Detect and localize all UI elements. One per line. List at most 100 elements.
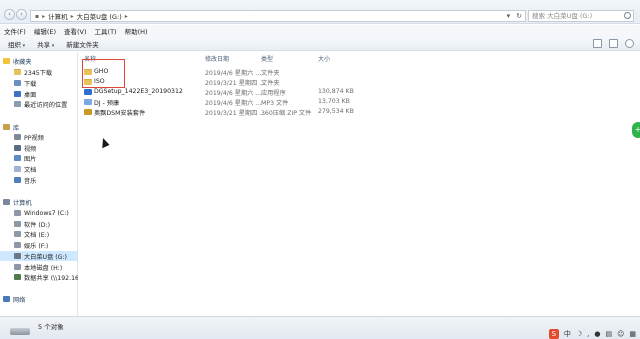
forward-button[interactable]: › [16,9,27,20]
table-row[interactable]: DJ - 预康 2019/4/6 星期六 ... MP3 文件 13,703 K… [79,97,379,107]
navigation-pane: 收藏夹 2345下载 下载 桌面 最近访问的位置 库 PP视频 视频 图片 文档… [0,52,78,316]
floating-widget-icon[interactable]: + [632,122,640,138]
user-icon[interactable]: ☺ [617,330,624,338]
apps-grid-icon[interactable]: ▦ [629,330,636,338]
sidebar-item-drive-g[interactable]: 大白菜U盘 (G:) [0,251,78,261]
drive-icon [14,264,21,270]
search-icon [624,12,631,19]
sidebar-libraries[interactable]: 库 [0,122,78,132]
drive-icon [14,242,21,248]
view-options-icon[interactable] [593,39,602,48]
menu-help[interactable]: 帮助(H) [125,26,148,36]
menu-tools[interactable]: 工具(T) [95,26,117,36]
file-date: 2019/4/6 星期六 ... [205,90,262,97]
new-folder-button[interactable]: 新建文件夹 [66,39,99,49]
sidebar-item-pictures[interactable]: 图片 [0,153,78,163]
punctuation-icon[interactable]: , [587,330,589,338]
pictures-icon [14,155,21,161]
menu-view[interactable]: 查看(V) [64,26,87,36]
column-header: 名称 修改日期 类型 大小 [79,52,640,63]
column-size[interactable]: 大小 [318,54,330,63]
system-tray: S 中 ☽ , ● ▤ ☺ ▦ [548,329,636,339]
ime-s-icon[interactable]: S [548,329,559,339]
table-row[interactable]: 奥飘DSM安装套件 2019/3/21 星期四 ... 360压缩 ZIP 文件… [79,107,379,117]
sidebar-item-recent[interactable]: 最近访问的位置 [0,99,78,109]
menu-file[interactable]: 文件(F) [4,26,26,36]
file-name: DGSetup_1422E3_20190312 [94,88,183,95]
moon-icon[interactable]: ☽ [576,330,582,338]
breadcrumb-drive[interactable]: 大白菜U盘 (G:) [77,11,122,21]
help-icon[interactable] [625,39,634,48]
sidebar-item-pp-video[interactable]: PP视频 [0,132,78,142]
file-date: 2019/3/21 星期四 ... [205,110,266,117]
sidebar-item-download[interactable]: 下载 [0,78,78,88]
file-type: MP3 文件 [261,100,289,107]
keyboard-icon[interactable]: ▤ [605,330,612,338]
details-pane: 5 个对象 S 中 ☽ , ● ▤ ☺ ▦ [0,316,640,339]
video-icon [14,145,21,151]
preview-pane-icon[interactable] [609,39,618,48]
music-icon [14,177,21,183]
network-icon [3,296,10,302]
file-name: 奥飘DSM安装套件 [94,110,146,117]
sidebar-item-videos[interactable]: 视频 [0,143,78,153]
microphone-icon[interactable]: ● [594,330,600,338]
file-type: 文件夹 [261,80,280,87]
search-input[interactable]: 搜索 大白菜U盘 (G:) [528,10,634,22]
file-type: 360压缩 ZIP 文件 [261,110,312,117]
documents-icon [14,166,21,172]
back-button[interactable]: ‹ [4,9,15,20]
sidebar-computer[interactable]: 计算机 [0,197,78,207]
sidebar-item-documents[interactable]: 文档 [0,164,78,174]
sidebar-favorites[interactable]: 收藏夹 [0,56,78,66]
address-bar[interactable]: ▪ ▸ 计算机 ▸ 大白菜U盘 (G:) ▸ ▾ ↻ [30,10,526,22]
file-date: 2019/3/21 星期四 ... [205,80,266,87]
sidebar-item-2345-download[interactable]: 2345下载 [0,67,78,77]
search-placeholder: 搜索 大白菜U盘 (G:) [532,12,593,20]
desktop-icon [14,91,21,97]
file-date: 2019/4/6 星期六 ... [205,70,262,77]
sidebar-network[interactable]: 网络 [0,294,78,304]
column-date[interactable]: 修改日期 [205,54,229,63]
organize-button[interactable]: 组织 [8,39,25,49]
sidebar-item-drive-c[interactable]: Windows7 (C:) [0,208,78,218]
file-type: 文件夹 [261,70,280,77]
column-type[interactable]: 类型 [261,54,273,63]
table-row[interactable]: DGSetup_1422E3_20190312 2019/4/6 星期六 ...… [79,87,379,97]
file-list: 名称 修改日期 类型 大小 GHO 2019/4/6 星期六 ... 文件夹 I… [79,52,640,316]
sidebar-item-network-share[interactable]: 数据共享 (\\192.168 [0,272,78,282]
command-bar: 组织 共享 新建文件夹 [0,37,640,51]
network-drive-icon [14,274,21,280]
drive-icon [14,231,21,237]
download-icon [14,80,21,86]
highlight-box [82,59,125,88]
mp3-icon [84,99,92,105]
title-address-bar: ‹ › ▪ ▸ 计算机 ▸ 大白菜U盘 (G:) ▸ ▾ ↻ 搜索 大白菜U盘 … [0,0,640,24]
folder-icon [14,69,21,75]
video-library-icon [14,134,21,140]
file-size: 130,874 KB [318,88,354,95]
sidebar-item-drive-f[interactable]: 娱乐 (F:) [0,240,78,250]
drive-icon [14,210,21,216]
computer-icon [3,199,10,205]
ime-chinese-icon[interactable]: 中 [564,329,571,339]
breadcrumb-computer[interactable]: 计算机 [48,11,68,21]
sidebar-item-desktop[interactable]: 桌面 [0,89,78,99]
refresh-icon[interactable]: ↻ [516,11,522,22]
file-size: 279,534 KB [318,108,354,115]
recent-places-icon [14,101,21,107]
menu-bar: 文件(F) 编辑(E) 查看(V) 工具(T) 帮助(H) [0,25,640,37]
application-icon [84,89,92,95]
file-type: 应用程序 [261,90,286,97]
sidebar-item-drive-e[interactable]: 文档 (E:) [0,229,78,239]
dropdown-icon[interactable]: ▾ [507,11,511,22]
usb-drive-icon [14,253,21,259]
menu-edit[interactable]: 编辑(E) [34,26,56,36]
sidebar-item-drive-h[interactable]: 本地磁盘 (H:) [0,262,78,272]
star-icon [3,58,10,64]
zip-icon [84,109,92,115]
share-button[interactable]: 共享 [37,39,54,49]
sidebar-item-music[interactable]: 音乐 [0,175,78,185]
usb-drive-icon [10,328,30,335]
sidebar-item-drive-d[interactable]: 软件 (D:) [0,219,78,229]
